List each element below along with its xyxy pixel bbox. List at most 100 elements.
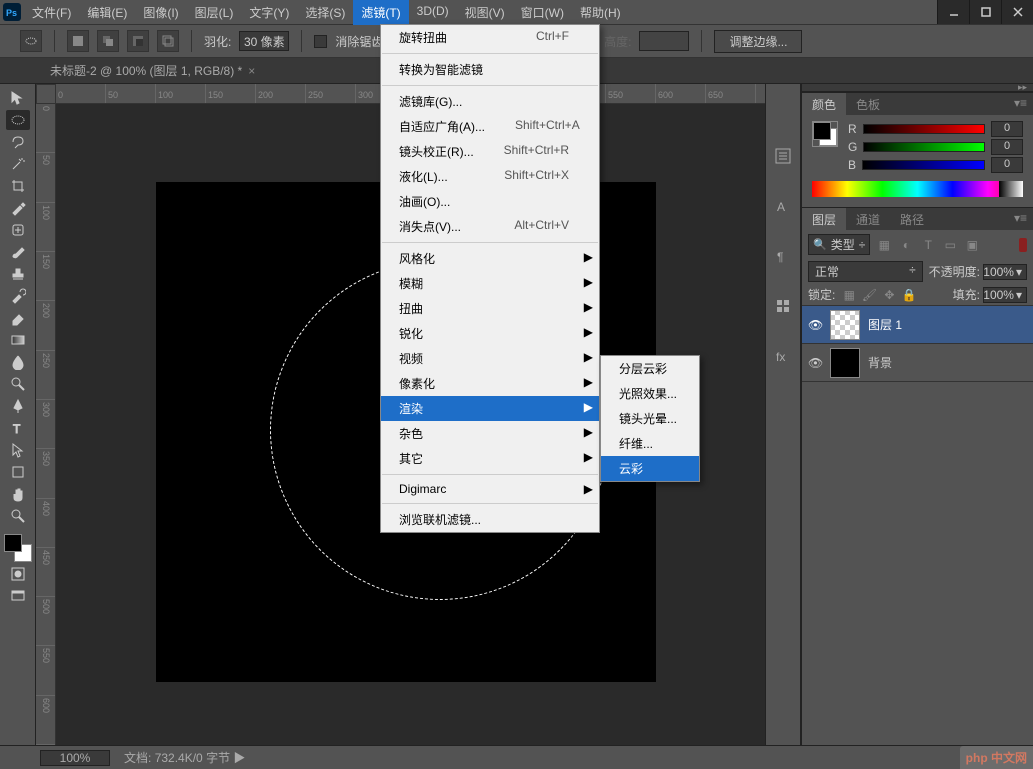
history-brush-tool[interactable] [6,286,30,306]
styles-panel-icon[interactable] [771,294,795,318]
tab-layers[interactable]: 图层 [802,208,846,230]
layer-filter-dropdown[interactable]: 🔍类型÷ [808,234,870,255]
menuitem-滤镜库G[interactable]: 滤镜库(G)... [381,89,599,114]
screen-mode-tool[interactable] [6,586,30,606]
maximize-button[interactable] [969,0,1001,24]
close-button[interactable] [1001,0,1033,24]
menu-文字[interactable]: 文字(Y) [241,0,297,25]
menuitem-其它[interactable]: 其它▶ [381,446,599,471]
lock-position-icon[interactable]: ✥ [881,287,897,303]
layers-panel-menu-icon[interactable]: ▾≡ [1008,208,1033,230]
lock-pixels-icon[interactable]: 🖌 [861,287,877,303]
eyedropper-tool[interactable] [6,198,30,218]
subtract-selection-icon[interactable] [127,30,149,52]
menu-选择[interactable]: 选择(S) [297,0,353,25]
filter-adjust-icon[interactable]: ◐ [898,237,914,253]
refine-edge-button[interactable]: 调整边缘... [714,30,802,53]
g-value[interactable]: 0 [991,139,1023,155]
docinfo-arrow-icon[interactable]: ▶ [233,751,245,765]
healing-tool[interactable] [6,220,30,240]
menuitem-视频[interactable]: 视频▶ [381,346,599,371]
submenuitem-镜头光晕[interactable]: 镜头光晕... [601,406,699,431]
menu-帮助[interactable]: 帮助(H) [572,0,629,25]
menu-滤镜[interactable]: 滤镜(T) [353,0,408,25]
filter-toggle[interactable] [1019,238,1027,252]
color-panel-swatch[interactable] [812,121,838,147]
menu-图层[interactable]: 图层(L) [187,0,242,25]
lasso-tool[interactable] [6,132,30,152]
g-slider[interactable] [863,142,985,152]
submenuitem-纤维[interactable]: 纤维... [601,431,699,456]
r-slider[interactable] [863,124,985,134]
foreground-color[interactable] [4,534,22,552]
tab-swatches[interactable]: 色板 [846,93,890,115]
eraser-tool[interactable] [6,308,30,328]
minimize-button[interactable] [937,0,969,24]
pen-tool[interactable] [6,396,30,416]
gradient-tool[interactable] [6,330,30,350]
r-value[interactable]: 0 [991,121,1023,137]
tab-color[interactable]: 颜色 [802,93,846,115]
menu-图像[interactable]: 图像(I) [135,0,186,25]
menuitem-液化L[interactable]: 液化(L)...Shift+Ctrl+X [381,164,599,189]
hand-tool[interactable] [6,484,30,504]
character-panel-icon[interactable]: A [771,194,795,218]
close-tab-icon[interactable]: × [248,64,255,78]
zoom-tool[interactable] [6,506,30,526]
lock-all-icon[interactable]: 🔒 [901,287,917,303]
color-panel-menu-icon[interactable]: ▾≡ [1008,93,1033,115]
stamp-tool[interactable] [6,264,30,284]
crop-tool[interactable] [6,176,30,196]
add-selection-icon[interactable] [97,30,119,52]
paragraph-panel-icon[interactable]: ¶ [771,244,795,268]
menu-视图[interactable]: 视图(V) [457,0,513,25]
menuitem-渲染[interactable]: 渲染▶ [381,396,599,421]
b-value[interactable]: 0 [991,157,1023,173]
intersect-selection-icon[interactable] [157,30,179,52]
feather-input[interactable] [239,31,289,51]
menu-3d[interactable]: 3D(D) [409,0,457,25]
menuitem-扭曲[interactable]: 扭曲▶ [381,296,599,321]
layer-row[interactable]: 👁图层 1 [802,306,1033,344]
opacity-input[interactable]: 100%▾ [983,264,1027,280]
tool-preset-icon[interactable] [20,30,42,52]
submenuitem-分层云彩[interactable]: 分层云彩 [601,356,699,381]
menuitem-自适应广角A[interactable]: 自适应广角(A)...Shift+Ctrl+A [381,114,599,139]
tab-paths[interactable]: 路径 [890,208,934,230]
menuitem-浏览联机滤镜[interactable]: 浏览联机滤镜... [381,507,599,532]
marquee-tool[interactable] [6,110,30,130]
filter-shape-icon[interactable]: ▭ [942,237,958,253]
blur-tool[interactable] [6,352,30,372]
menu-窗口[interactable]: 窗口(W) [513,0,572,25]
filter-smart-icon[interactable]: ▣ [964,237,980,253]
zoom-input[interactable]: 100% [40,750,110,766]
type-panel-icon[interactable]: fx [771,344,795,368]
layer-thumbnail[interactable] [830,348,860,378]
shape-tool[interactable] [6,462,30,482]
blend-mode-dropdown[interactable]: 正常÷ [808,261,923,282]
submenuitem-光照效果[interactable]: 光照效果... [601,381,699,406]
layer-row[interactable]: 👁背景 [802,344,1033,382]
brush-tool[interactable] [6,242,30,262]
menuitem-杂色[interactable]: 杂色▶ [381,421,599,446]
color-swatch[interactable] [4,534,32,562]
menuitem-油画O[interactable]: 油画(O)... [381,189,599,214]
menuitem-像素化[interactable]: 像素化▶ [381,371,599,396]
filter-type-icon[interactable]: T [920,237,936,253]
new-selection-icon[interactable] [67,30,89,52]
quick-mask-tool[interactable] [6,564,30,584]
dodge-tool[interactable] [6,374,30,394]
menu-文件[interactable]: 文件(F) [24,0,79,25]
menuitem-旋转扭曲[interactable]: 旋转扭曲Ctrl+F [381,25,599,50]
b-slider[interactable] [862,160,985,170]
lock-transparent-icon[interactable]: ▦ [841,287,857,303]
spectrum-bar[interactable] [812,181,1023,197]
filter-pixel-icon[interactable]: ▦ [876,237,892,253]
menuitem-消失点V[interactable]: 消失点(V)...Alt+Ctrl+V [381,214,599,239]
type-tool[interactable]: T [6,418,30,438]
menuitem-转换为智能滤镜[interactable]: 转换为智能滤镜 [381,57,599,82]
menuitem-镜头校正R[interactable]: 镜头校正(R)...Shift+Ctrl+R [381,139,599,164]
move-tool[interactable] [6,88,30,108]
menuitem-Digimarc[interactable]: Digimarc▶ [381,478,599,500]
document-tab[interactable]: 未标题-2 @ 100% (图层 1, RGB/8) * × [40,58,265,83]
